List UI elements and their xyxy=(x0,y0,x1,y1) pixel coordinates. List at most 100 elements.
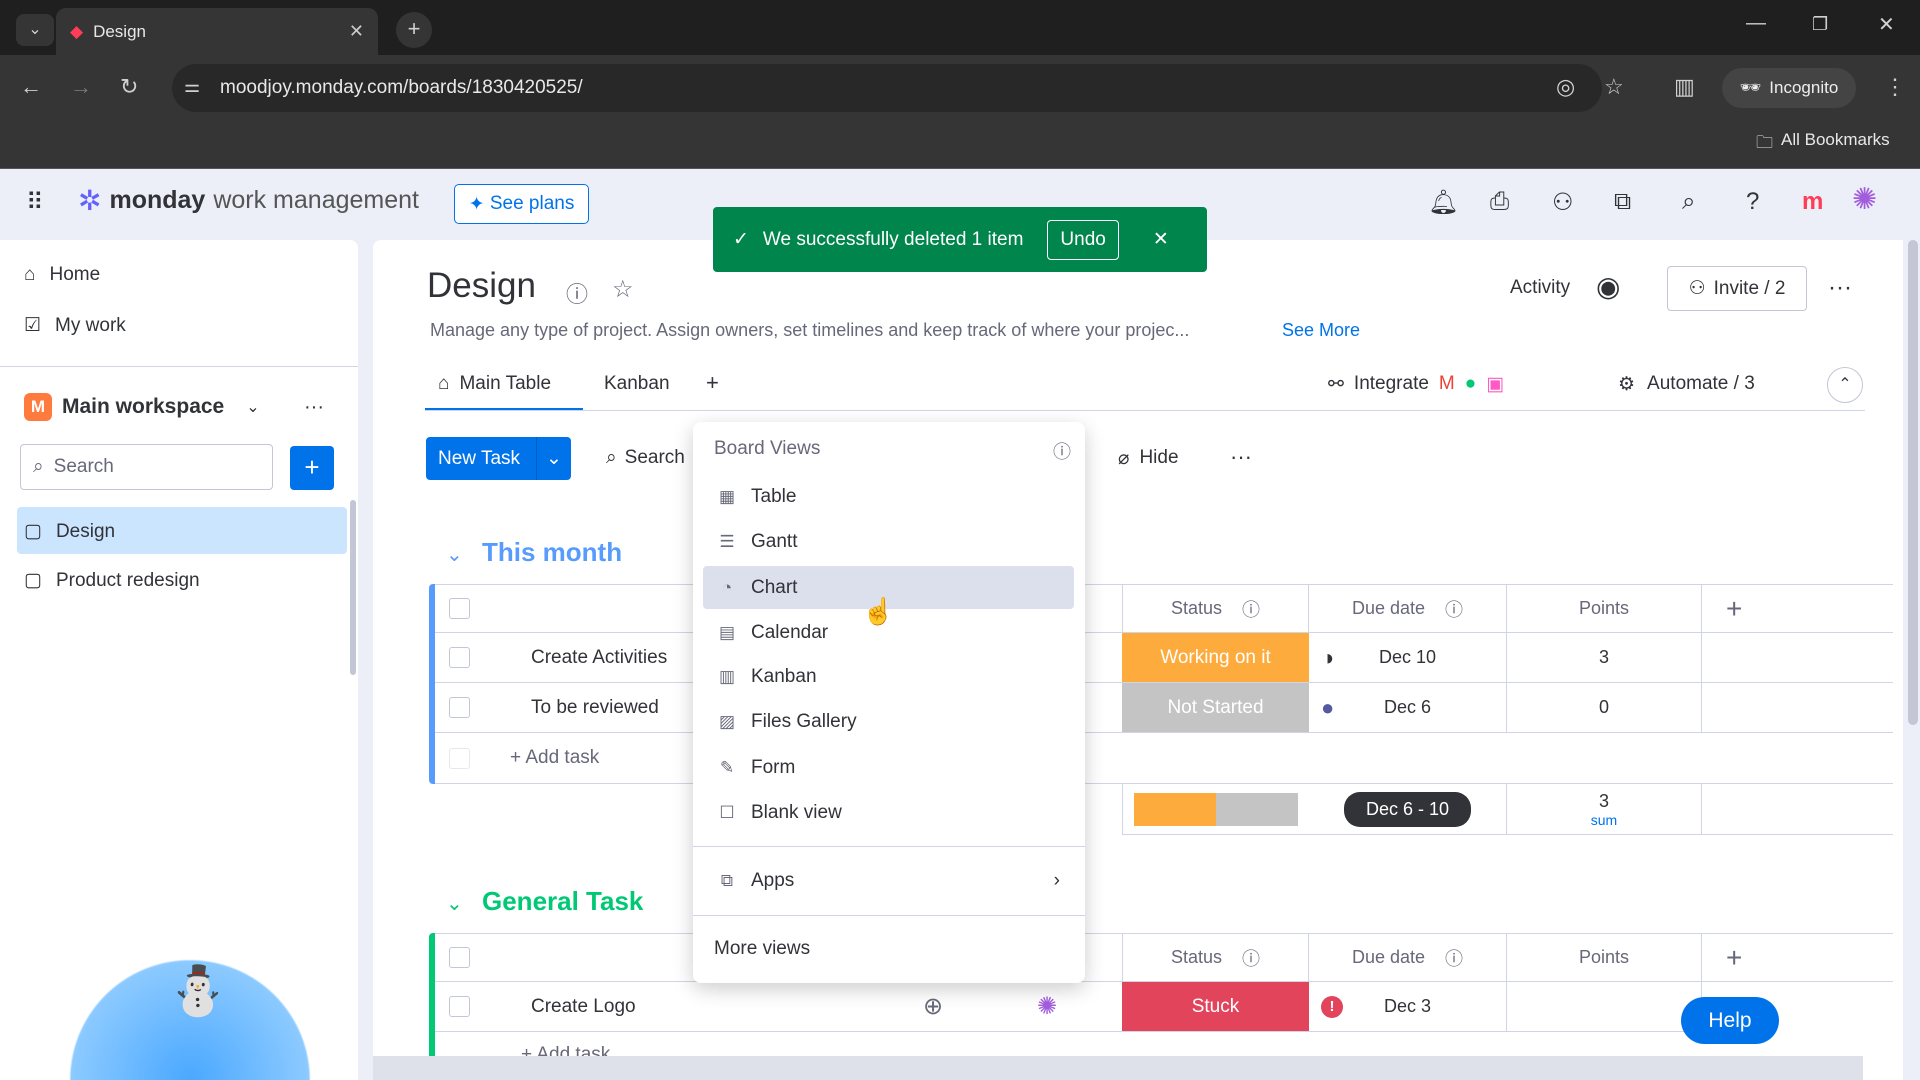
add-column-button[interactable]: + xyxy=(1702,584,1893,633)
points-cell[interactable] xyxy=(1506,982,1702,1032)
tab-search-button[interactable]: ⌄ xyxy=(16,14,54,46)
menu-item-blank-view[interactable]: ☐ Blank view xyxy=(703,791,1074,834)
all-bookmarks[interactable]: 🗀 All Bookmarks xyxy=(1756,130,1890,159)
table-row[interactable]: Create Logo ⊕ ✺ xyxy=(435,982,1123,1032)
search-button[interactable]: ⌕ Search xyxy=(606,447,685,469)
url-bar[interactable]: moodjoy.monday.com/boards/1830420525/ xyxy=(172,64,1602,112)
notifications-bell-icon[interactable]: 🔔︎ xyxy=(1428,188,1458,217)
board-more-icon[interactable]: ··· xyxy=(1828,274,1852,302)
new-task-dropdown-icon[interactable]: ⌄ xyxy=(536,437,571,480)
info-icon[interactable]: ⓘ xyxy=(566,277,588,309)
vertical-scrollbar[interactable] xyxy=(1908,240,1918,725)
help-icon[interactable]: ? xyxy=(1746,188,1759,216)
menu-item-form[interactable]: ✎ Form xyxy=(703,746,1074,789)
new-task-button[interactable]: New Task ⌄ xyxy=(426,437,571,480)
add-item-button[interactable]: + xyxy=(290,446,334,490)
tab-kanban[interactable]: Kanban xyxy=(604,373,670,395)
browser-menu-icon[interactable]: ⋮ xyxy=(1884,74,1906,100)
row-checkbox[interactable] xyxy=(449,647,470,668)
apps-grid-icon[interactable]: ⠿ xyxy=(26,188,44,217)
new-tab-button[interactable]: + xyxy=(396,12,432,48)
add-view-button[interactable]: + xyxy=(706,370,719,396)
sidebar-home[interactable]: ⌂ Home xyxy=(24,264,100,286)
sidebar-scrollbar[interactable] xyxy=(350,500,356,675)
inbox-icon[interactable]: ⎙ xyxy=(1490,188,1509,216)
automate-button[interactable]: ⚙ Automate / 3 xyxy=(1618,373,1755,396)
tab-main-table[interactable]: ⌂ Main Table xyxy=(438,373,551,395)
sidebar-my-work[interactable]: ☑ My work xyxy=(24,314,126,337)
close-toast-icon[interactable]: ✕ xyxy=(1153,228,1169,251)
collapse-header-icon[interactable]: ⌃ xyxy=(1827,367,1863,403)
row-checkbox[interactable] xyxy=(449,996,470,1017)
undo-button[interactable]: Undo xyxy=(1047,219,1119,260)
column-header-due-date[interactable]: Due date ⓘ xyxy=(1309,933,1506,982)
column-header-points[interactable]: Points xyxy=(1506,933,1702,982)
menu-item-kanban[interactable]: ▥ Kanban xyxy=(703,655,1074,698)
person-avatar[interactable]: ✺ xyxy=(1037,992,1057,1021)
activity-avatar[interactable]: ◉ xyxy=(1596,270,1620,303)
points-cell[interactable]: 0 xyxy=(1506,683,1702,733)
see-plans-button[interactable]: ✦ See plans xyxy=(454,184,589,224)
menu-item-table[interactable]: ▦ Table xyxy=(703,475,1074,518)
forward-icon[interactable]: → xyxy=(70,74,92,100)
incognito-badge[interactable]: 🕶 Incognito xyxy=(1722,68,1856,108)
side-panel-icon[interactable]: ▥ xyxy=(1674,74,1695,100)
status-cell[interactable]: Not Started xyxy=(1122,683,1309,733)
menu-item-gantt[interactable]: ☰ Gantt xyxy=(703,520,1074,563)
add-column-button[interactable]: + xyxy=(1702,933,1893,982)
due-date-cell[interactable]: ● Dec 6 xyxy=(1309,683,1506,733)
collapse-group-icon[interactable]: ⌄ xyxy=(446,891,463,916)
help-button[interactable]: Help xyxy=(1681,997,1779,1044)
monday-logo[interactable]: ✲ monday work management xyxy=(78,184,419,217)
column-header-due-date[interactable]: Due date ⓘ xyxy=(1309,584,1506,633)
board-title[interactable]: Design xyxy=(427,266,536,306)
invite-members-icon[interactable]: ⚇ xyxy=(1552,188,1574,217)
browser-tab[interactable]: ◆ Design ✕ xyxy=(56,8,378,55)
group-title[interactable]: This month xyxy=(482,537,622,568)
info-icon[interactable]: ⓘ xyxy=(1053,438,1071,464)
integrate-button[interactable]: ⚯ Integrate M ● ▣ xyxy=(1328,373,1504,396)
add-update-icon[interactable]: ⊕ xyxy=(923,992,943,1021)
apps-marketplace-icon[interactable]: ⧉ xyxy=(1614,188,1631,216)
add-task-input[interactable]: + Add task xyxy=(510,747,599,769)
sidebar-search-input[interactable]: ⌕ Search xyxy=(20,444,273,490)
user-avatar[interactable]: ✺ xyxy=(1852,182,1877,217)
bookmark-star-icon[interactable]: ☆ xyxy=(1604,74,1624,100)
see-more-link[interactable]: See More xyxy=(1282,320,1360,341)
column-header-status[interactable]: Status ⓘ xyxy=(1122,933,1309,982)
close-window-icon[interactable]: ✕ xyxy=(1878,12,1895,37)
invite-button[interactable]: ⚇ Invite / 2 xyxy=(1667,266,1807,311)
row-checkbox[interactable] xyxy=(449,697,470,718)
menu-item-files-gallery[interactable]: ▨ Files Gallery xyxy=(703,700,1074,743)
monday-products-icon[interactable]: m xyxy=(1802,188,1823,216)
task-name[interactable]: Create Logo xyxy=(531,996,636,1018)
due-date-cell[interactable]: ! Dec 3 xyxy=(1309,982,1506,1032)
column-header-status[interactable]: Status ⓘ xyxy=(1122,584,1309,633)
due-date-cell[interactable]: ◑ Dec 10 xyxy=(1309,633,1506,683)
task-name[interactable]: To be reviewed xyxy=(531,697,659,719)
restore-icon[interactable]: ❐ xyxy=(1812,14,1828,35)
status-cell[interactable]: Stuck xyxy=(1122,982,1309,1032)
activity-button[interactable]: Activity xyxy=(1510,277,1570,299)
menu-item-apps[interactable]: ⧉ Apps › xyxy=(703,859,1074,902)
column-header-points[interactable]: Points xyxy=(1506,584,1702,633)
toolbar-more-icon[interactable]: ··· xyxy=(1230,444,1252,470)
close-tab-icon[interactable]: ✕ xyxy=(349,21,364,42)
collapse-group-icon[interactable]: ⌄ xyxy=(446,542,463,567)
reload-icon[interactable]: ↻ xyxy=(120,74,138,100)
sidebar-board-product-redesign[interactable]: ▢ Product redesign xyxy=(24,569,200,592)
workspace-selector[interactable]: M Main workspace ⌄ xyxy=(24,393,260,421)
task-name[interactable]: Create Activities xyxy=(531,647,667,669)
menu-item-more-views[interactable]: More views xyxy=(703,927,1074,970)
add-task-row[interactable]: + Add task xyxy=(435,733,1893,784)
eye-off-icon[interactable]: ◎ xyxy=(1556,74,1575,100)
horizontal-scrollbar[interactable] xyxy=(373,1056,1863,1080)
status-cell[interactable]: Working on it xyxy=(1122,633,1309,683)
points-cell[interactable]: 3 xyxy=(1506,633,1702,683)
minimize-icon[interactable]: — xyxy=(1746,12,1766,35)
back-icon[interactable]: ← xyxy=(20,74,42,100)
sidebar-board-design[interactable]: ▢ Design xyxy=(24,520,115,543)
workspace-more-icon[interactable]: ··· xyxy=(304,396,324,419)
group-title[interactable]: General Task xyxy=(482,886,643,917)
favorite-star-icon[interactable]: ☆ xyxy=(612,275,634,304)
